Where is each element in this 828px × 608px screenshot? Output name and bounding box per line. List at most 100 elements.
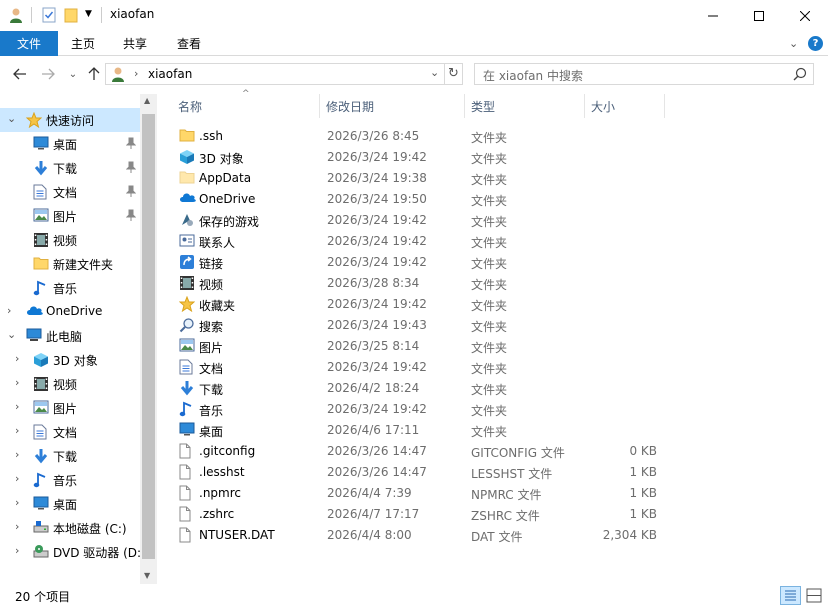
nav-item-label: DVD 驱动器 (D: bbox=[53, 546, 142, 560]
properties-icon[interactable] bbox=[42, 7, 56, 23]
column-header-size[interactable]: 大小 bbox=[591, 94, 661, 118]
nav-item[interactable]: 桌面 bbox=[0, 132, 140, 156]
close-button[interactable] bbox=[782, 0, 828, 31]
nav-item[interactable]: › 本地磁盘 (C:) bbox=[0, 516, 140, 540]
file-row[interactable]: .zshrc 2026/4/7 17:17 ZSHRC 文件 1 KB bbox=[170, 504, 670, 525]
pictures-icon bbox=[33, 208, 49, 225]
nav-item[interactable]: 图片 bbox=[0, 204, 140, 228]
nav-item[interactable]: › 音乐 bbox=[0, 468, 140, 492]
file-row[interactable]: .gitconfig 2026/3/26 14:47 GITCONFIG 文件 0 K… bbox=[170, 441, 670, 462]
pin-icon bbox=[125, 137, 137, 152]
column-divider[interactable] bbox=[584, 94, 585, 118]
nav-item-label: 新建文件夹 bbox=[53, 258, 114, 272]
column-header-type[interactable]: 类型 bbox=[471, 94, 581, 118]
file-row[interactable]: 音乐 2026/3/24 19:42 文件夹 bbox=[170, 399, 670, 420]
chevron-right-icon[interactable]: › bbox=[15, 400, 19, 413]
nav-item[interactable]: › 下载 bbox=[0, 444, 140, 468]
search-input[interactable]: 在 xiaofan 中搜索 bbox=[483, 67, 583, 84]
file-row[interactable]: 收藏夹 2026/3/24 19:42 文件夹 bbox=[170, 294, 670, 315]
chevron-right-icon[interactable]: › bbox=[15, 424, 19, 437]
scroll-up-icon[interactable]: ▲ bbox=[144, 96, 150, 105]
nav-item[interactable]: › OneDrive bbox=[0, 300, 140, 324]
up-button[interactable] bbox=[84, 63, 104, 85]
column-divider[interactable] bbox=[319, 94, 320, 118]
file-row[interactable]: AppData 2026/3/24 19:38 文件夹 bbox=[170, 168, 670, 189]
file-name: 桌面 bbox=[199, 425, 224, 439]
back-button[interactable] bbox=[10, 63, 30, 85]
nav-item[interactable]: ⌄ 快速访问 bbox=[0, 108, 140, 132]
nav-item[interactable]: › 文档 bbox=[0, 420, 140, 444]
column-header-name[interactable]: 名称 bbox=[178, 94, 318, 118]
search-box[interactable]: 在 xiaofan 中搜索 bbox=[474, 63, 814, 85]
column-header-date[interactable]: 修改日期 bbox=[326, 94, 456, 118]
chevron-down-icon[interactable]: ⌄ bbox=[7, 112, 16, 125]
maximize-button[interactable] bbox=[736, 0, 782, 31]
nav-item[interactable]: › 图片 bbox=[0, 396, 140, 420]
quick-access-dropdown-icon[interactable]: ▼ bbox=[85, 9, 92, 19]
nav-item[interactable]: › 桌面 bbox=[0, 492, 140, 516]
file-row[interactable]: .lesshst 2026/3/26 14:47 LESSHST 文件 1 KB bbox=[170, 462, 670, 483]
help-icon[interactable]: ? bbox=[808, 36, 823, 51]
scroll-down-icon[interactable]: ▼ bbox=[144, 571, 150, 580]
refresh-icon[interactable]: ↻ bbox=[448, 66, 459, 81]
search-icon[interactable] bbox=[793, 67, 807, 84]
recent-locations-button[interactable]: ⌄ bbox=[63, 63, 83, 85]
address-dropdown-icon[interactable]: ⌄ bbox=[430, 66, 439, 79]
address-bar[interactable]: › xiaofan ⌄ ↻ bbox=[105, 63, 463, 85]
nav-item[interactable]: 文档 bbox=[0, 180, 140, 204]
new-folder-icon[interactable] bbox=[64, 7, 78, 23]
chevron-right-icon[interactable]: › bbox=[15, 448, 19, 461]
file-row[interactable]: 桌面 2026/4/6 17:11 文件夹 bbox=[170, 420, 670, 441]
nav-item[interactable]: ⌄ 此电脑 bbox=[0, 324, 140, 348]
file-row[interactable]: 联系人 2026/3/24 19:42 文件夹 bbox=[170, 231, 670, 252]
chevron-right-icon[interactable]: › bbox=[15, 544, 19, 557]
nav-item[interactable]: 新建文件夹 bbox=[0, 252, 140, 276]
breadcrumb-separator-icon[interactable]: › bbox=[134, 67, 138, 80]
nav-item[interactable]: 视频 bbox=[0, 228, 140, 252]
chevron-right-icon[interactable]: › bbox=[15, 520, 19, 533]
minimize-icon bbox=[708, 15, 718, 16]
file-name: 收藏夹 bbox=[199, 299, 236, 313]
chevron-right-icon[interactable]: › bbox=[15, 376, 19, 389]
large-icons-view-button[interactable] bbox=[805, 587, 823, 604]
forward-button[interactable] bbox=[38, 63, 58, 85]
tab-share[interactable]: 共享 bbox=[110, 31, 160, 56]
file-row[interactable]: 文档 2026/3/24 19:42 文件夹 bbox=[170, 357, 670, 378]
nav-item[interactable]: 下载 bbox=[0, 156, 140, 180]
details-view-button[interactable] bbox=[780, 586, 801, 605]
column-divider[interactable] bbox=[664, 94, 665, 118]
nav-item[interactable]: 音乐 bbox=[0, 276, 140, 300]
chevron-down-icon[interactable]: ⌄ bbox=[7, 328, 16, 341]
column-divider[interactable] bbox=[464, 94, 465, 118]
ribbon-expand-icon[interactable]: ⌄ bbox=[789, 37, 798, 50]
file-row[interactable]: 视频 2026/3/28 8:34 文件夹 bbox=[170, 273, 670, 294]
nav-item[interactable]: › 视频 bbox=[0, 372, 140, 396]
chevron-right-icon[interactable]: › bbox=[15, 472, 19, 485]
breadcrumb-path[interactable]: xiaofan bbox=[148, 67, 192, 81]
file-row[interactable]: 保存的游戏 2026/3/24 19:42 文件夹 bbox=[170, 210, 670, 231]
file-row[interactable]: .npmrc 2026/4/4 7:39 NPMRC 文件 1 KB bbox=[170, 483, 670, 504]
tab-home[interactable]: 主页 bbox=[58, 31, 108, 56]
tab-view[interactable]: 查看 bbox=[164, 31, 214, 56]
file-row[interactable]: NTUSER.DAT 2026/4/4 8:00 DAT 文件 2,304 KB bbox=[170, 525, 670, 546]
file-row[interactable]: 下载 2026/4/2 18:24 文件夹 bbox=[170, 378, 670, 399]
chevron-right-icon[interactable]: › bbox=[15, 496, 19, 509]
file-row[interactable]: .ssh 2026/3/26 8:45 文件夹 bbox=[170, 126, 670, 147]
file-row[interactable]: 链接 2026/3/24 19:42 文件夹 bbox=[170, 252, 670, 273]
scroll-thumb[interactable] bbox=[142, 114, 155, 559]
file-type: 文件夹 bbox=[471, 131, 508, 145]
file-row[interactable]: 3D 对象 2026/3/24 19:42 文件夹 bbox=[170, 147, 670, 168]
nav-item[interactable]: › DVD 驱动器 (D: bbox=[0, 540, 142, 564]
tab-file[interactable]: 文件 bbox=[0, 31, 58, 56]
minimize-button[interactable] bbox=[690, 0, 736, 31]
file-row[interactable]: 图片 2026/3/25 8:14 文件夹 bbox=[170, 336, 670, 357]
chevron-right-icon[interactable]: › bbox=[7, 304, 11, 317]
file-row[interactable]: OneDrive 2026/3/24 19:50 文件夹 bbox=[170, 189, 670, 210]
file-name: 3D 对象 bbox=[199, 152, 244, 166]
nav-item[interactable]: › 3D 对象 bbox=[0, 348, 140, 372]
folder-icon bbox=[179, 170, 195, 187]
nav-scrollbar[interactable]: ▲ ▼ bbox=[140, 94, 157, 584]
file-row[interactable]: 搜索 2026/3/24 19:43 文件夹 bbox=[170, 315, 670, 336]
video-icon bbox=[33, 376, 49, 395]
chevron-right-icon[interactable]: › bbox=[15, 352, 19, 365]
